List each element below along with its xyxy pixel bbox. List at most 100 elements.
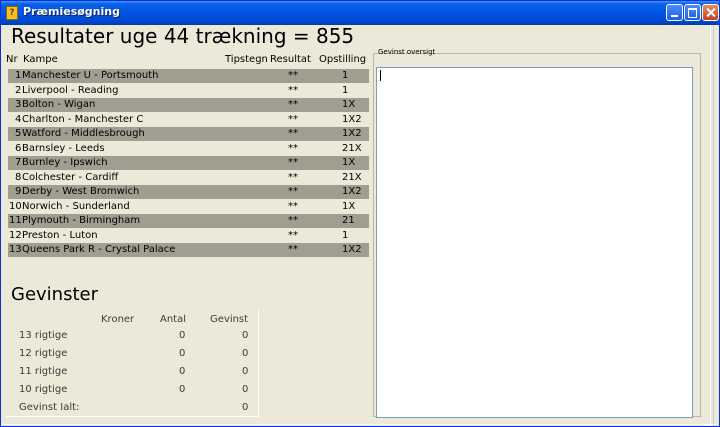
panel-divider	[710, 25, 711, 426]
table-row[interactable]: 13 Queens Park R - Crystal Palace ** 1X2	[8, 243, 369, 257]
row-nr: 12	[9, 229, 22, 241]
bottom-edge	[1, 424, 719, 425]
row-nr: 3	[15, 99, 22, 110]
row-nr: 2	[15, 84, 22, 96]
prizes-title: Gevinster	[11, 284, 98, 305]
prize-gevinst: 0	[242, 366, 249, 377]
row-match: Preston - Luton	[22, 229, 98, 241]
row-opstilling: 1X	[342, 99, 356, 110]
row-result: **	[288, 70, 298, 81]
prizes-total-label: Gevinst Ialt:	[19, 402, 80, 413]
row-result: **	[288, 244, 298, 255]
row-match: Barnsley - Leeds	[22, 142, 105, 154]
row-match: Charlton - Manchester C	[22, 113, 144, 125]
row-nr: 13	[9, 244, 22, 255]
main-window: ? Præmiesøgning Resultater uge 44 trækni…	[0, 0, 720, 427]
row-match: Manchester U - Portsmouth	[22, 70, 159, 81]
table-row[interactable]: 8 Colchester - Cardiff ** 21X	[8, 171, 369, 185]
row-result: **	[288, 186, 298, 197]
row-nr: 6	[15, 142, 22, 154]
row-opstilling: 1X	[342, 157, 356, 168]
row-result: **	[288, 142, 298, 154]
row-nr: 11	[9, 215, 22, 226]
row-opstilling: 1X2	[342, 128, 362, 139]
table-row[interactable]: 7 Burnley - Ipswich ** 1X	[8, 156, 369, 170]
row-nr: 9	[15, 186, 22, 197]
table-row[interactable]: 10 Norwich - Sunderland ** 1X	[8, 200, 369, 214]
row-match: Liverpool - Reading	[22, 84, 119, 96]
overview-textarea[interactable]	[376, 67, 693, 418]
page-title: Resultater uge 44 trækning = 855	[11, 24, 355, 48]
prizes-header-gevinst: Gevinst	[210, 314, 249, 325]
row-result: **	[288, 99, 298, 110]
row-match: Derby - West Bromwich	[22, 186, 140, 197]
row-match: Queens Park R - Crystal Palace	[22, 244, 176, 255]
row-opstilling: 1X2	[342, 186, 362, 197]
header-nr: Nr	[6, 54, 18, 65]
row-opstilling: 1X2	[342, 113, 362, 125]
row-opstilling: 21X	[342, 171, 362, 183]
row-match: Colchester - Cardiff	[22, 171, 119, 183]
window-title: Præmiesøgning	[23, 5, 120, 18]
row-result: **	[288, 128, 298, 139]
header-tipstegn: Tipstegn	[225, 54, 268, 65]
row-match: Burnley - Ipswich	[22, 157, 108, 168]
row-nr: 1	[15, 70, 22, 81]
prize-antal: 0	[179, 384, 186, 395]
minimize-button[interactable]	[666, 4, 683, 21]
prize-antal: 0	[179, 330, 186, 341]
row-result: **	[288, 84, 298, 96]
header-resultat: Resultat	[270, 54, 311, 65]
table-row[interactable]: 12 Preston - Luton ** 1	[8, 229, 369, 243]
row-opstilling: 21	[342, 215, 355, 226]
header-kampe: Kampe	[23, 54, 58, 65]
row-result: **	[288, 171, 298, 183]
row-result: **	[288, 113, 298, 125]
row-nr: 7	[15, 157, 22, 168]
row-opstilling: 1	[342, 70, 349, 81]
title-bar[interactable]: ? Præmiesøgning	[1, 1, 719, 25]
table-row[interactable]: 2 Liverpool - Reading ** 1	[8, 84, 369, 98]
row-result: **	[288, 200, 298, 212]
prize-label: 13 rigtige	[19, 330, 68, 341]
header-opstilling: Opstilling	[319, 54, 367, 65]
row-match: Bolton - Wigan	[22, 99, 96, 110]
prizes-table: Kroner Antal Gevinst 13 rigtige 0 0 12 rigt…	[6, 310, 259, 417]
row-opstilling: 1	[342, 229, 349, 241]
overview-group: Gevinst oversigt	[373, 46, 703, 419]
row-nr: 8	[15, 171, 22, 183]
row-result: **	[288, 215, 298, 226]
table-row[interactable]: 9 Derby - West Bromwich ** 1X2	[8, 185, 369, 199]
app-icon[interactable]: ?	[6, 6, 18, 20]
prizes-header-kroner: Kroner	[101, 314, 135, 325]
table-row[interactable]: 11 Plymouth - Birmingham ** 21	[8, 214, 369, 228]
row-result: **	[288, 229, 298, 241]
row-result: **	[288, 157, 298, 168]
prize-gevinst: 0	[242, 384, 249, 395]
table-row[interactable]: 3 Bolton - Wigan ** 1X	[8, 98, 369, 112]
table-row[interactable]: 6 Barnsley - Leeds ** 21X	[8, 142, 369, 156]
row-nr: 4	[15, 113, 22, 125]
prize-label: 12 rigtige	[19, 348, 68, 359]
prize-label: 10 rigtige	[19, 384, 68, 395]
row-match: Plymouth - Birmingham	[22, 215, 141, 226]
close-button[interactable]	[702, 4, 719, 21]
prizes-header-antal: Antal	[160, 314, 187, 325]
table-row[interactable]: 1 Manchester U - Portsmouth ** 1	[8, 69, 369, 83]
prize-label: 11 rigtige	[19, 366, 68, 377]
maximize-button[interactable]	[684, 4, 701, 21]
prizes-total-value: 0	[242, 402, 249, 413]
row-nr: 5	[15, 128, 22, 139]
row-opstilling: 1X	[342, 200, 356, 212]
prize-gevinst: 0	[242, 330, 249, 341]
row-match: Watford - Middlesbrough	[22, 128, 145, 139]
overview-label: Gevinst oversigt	[378, 48, 436, 56]
table-row[interactable]: 4 Charlton - Manchester C ** 1X2	[8, 113, 369, 127]
row-match: Norwich - Sunderland	[22, 200, 130, 212]
table-row[interactable]: 5 Watford - Middlesbrough ** 1X2	[8, 127, 369, 141]
prize-antal: 0	[179, 366, 186, 377]
prize-gevinst: 0	[242, 348, 249, 359]
text-caret	[380, 70, 381, 81]
window-edge	[713, 25, 719, 426]
row-opstilling: 1X2	[342, 244, 362, 255]
